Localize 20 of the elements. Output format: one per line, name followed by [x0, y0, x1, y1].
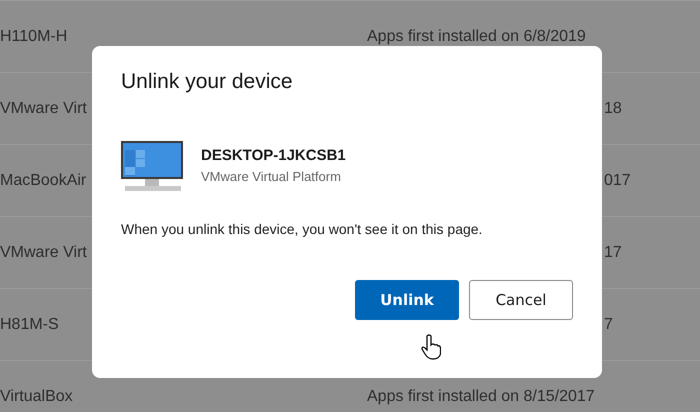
install-date: 18	[604, 100, 622, 118]
device-name: MacBookAir	[0, 172, 86, 188]
install-date: 7	[604, 316, 613, 334]
device-name: VMware Virt	[0, 100, 87, 116]
cancel-button[interactable]: Cancel	[469, 280, 573, 320]
install-date: 17	[604, 244, 622, 262]
monitor-icon	[121, 141, 183, 193]
device-name: VMware Virt	[0, 244, 87, 260]
unlink-button[interactable]: Unlink	[355, 280, 459, 320]
dialog-title: Unlink your device	[121, 70, 294, 95]
install-date: Apps first installed on 6/8/2019	[367, 28, 586, 46]
install-date: 017	[604, 172, 631, 190]
device-name: H110M-H	[0, 28, 68, 44]
hand-cursor-icon	[421, 334, 441, 360]
device-model: VMware Virtual Platform	[201, 169, 341, 184]
dialog-message: When you unlink this device, you won't see it on this page.	[121, 221, 484, 237]
device-name: H81M-S	[0, 316, 59, 332]
device-name: VirtualBox	[0, 388, 73, 404]
install-date: Apps first installed on 8/15/2017	[367, 388, 595, 406]
device-name: DESKTOP-1JKCSB1	[201, 147, 346, 164]
